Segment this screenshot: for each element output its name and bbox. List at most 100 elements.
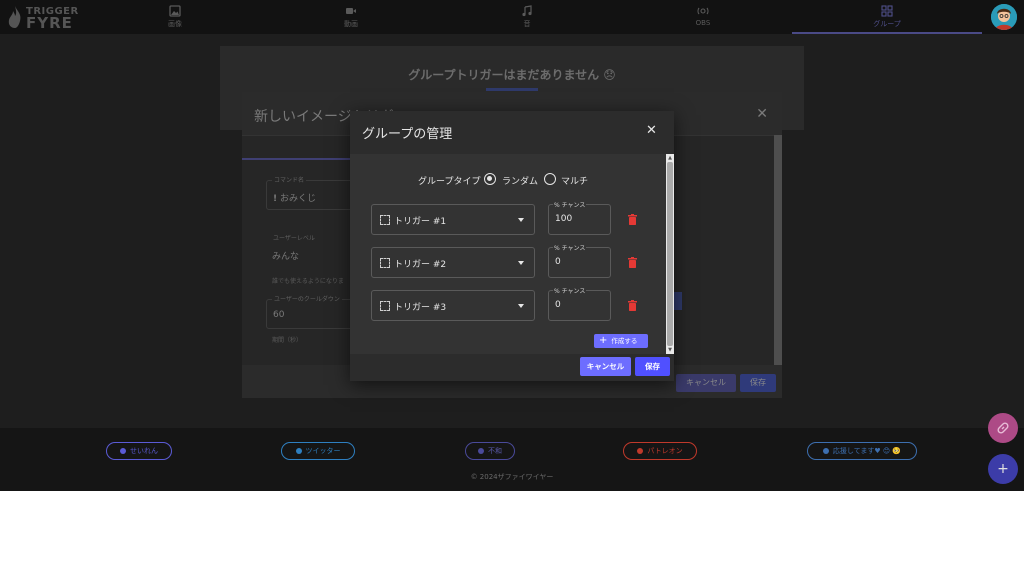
twitter-icon (295, 448, 302, 454)
create-trigger-button[interactable]: + 作成する (594, 334, 648, 348)
trigger-row: トリガー #2 % チャンス 0 (371, 243, 651, 278)
modal-scrollbar[interactable]: ▲ ▼ (666, 154, 674, 354)
tab-group[interactable]: グループ (792, 0, 982, 34)
tab-video[interactable]: 動画 (256, 0, 446, 34)
logo-text-bottom: FYRE (26, 14, 73, 32)
chevron-down-icon (518, 261, 524, 265)
footer-link-patreon-label: パトレオン (647, 447, 683, 455)
trigger-select[interactable]: トリガー #3 (371, 290, 535, 321)
trash-icon[interactable] (628, 257, 637, 268)
scroll-up-arrow-icon[interactable]: ▲ (666, 154, 674, 162)
radio-multi-label[interactable]: マルチ (561, 174, 588, 187)
github-icon (120, 448, 126, 454)
user-level-value: みんな (272, 252, 300, 262)
command-prefix: ! (273, 194, 278, 204)
tab-image[interactable]: 画像 (80, 0, 270, 34)
dashed-square-icon (380, 215, 390, 225)
user-level-label: ユーザーレベル (271, 233, 317, 242)
patreon-icon (637, 448, 644, 454)
footer-link-discord[interactable]: 不和 (465, 442, 515, 460)
link-fab-button[interactable] (988, 413, 1018, 443)
footer-link-patreon[interactable]: パトレオン (623, 442, 697, 460)
chance-label: % チャンス (553, 243, 587, 252)
group-icon (881, 5, 893, 17)
chance-label: % チャンス (553, 200, 587, 209)
trigger-select[interactable]: トリガー #2 (371, 247, 535, 278)
obs-icon (697, 7, 709, 15)
add-fab-button[interactable]: + (988, 454, 1018, 484)
flame-icon (8, 6, 21, 28)
cancel-button[interactable]: キャンセル (580, 357, 631, 376)
footer-link-paypal[interactable]: 応援してます♥ 😊 🥺 (807, 442, 917, 460)
tab-obs-label: OBS (695, 19, 711, 27)
image-dialog-accent (674, 292, 682, 310)
tab-video-label: 動画 (344, 20, 358, 28)
chance-input[interactable]: % チャンス 100 (548, 200, 611, 235)
dashed-square-icon (380, 258, 390, 268)
footer-link-discord-label: 不和 (488, 447, 502, 455)
modal-body: グループタイプ ランダム マルチ トリガー #1 % チャンス 100 トリガー… (350, 154, 666, 354)
footer: せいれん ツイッター 不和 パトレオン 応援してます♥ 😊 🥺 © 2024ザフ… (0, 428, 1024, 491)
plus-icon: + (599, 335, 608, 346)
tab-obs[interactable]: OBS (608, 0, 798, 34)
music-note-icon (522, 5, 532, 17)
create-group-button-hidden[interactable] (486, 88, 538, 91)
chance-label: % チャンス (553, 286, 587, 295)
create-trigger-label: 作成する (611, 337, 638, 345)
trigger-select-value: トリガー #3 (394, 303, 447, 313)
group-type-label: グループタイプ (418, 177, 481, 187)
image-dialog-close-icon[interactable]: ✕ (756, 106, 768, 122)
radio-multi[interactable] (544, 173, 556, 185)
footer-link-twitter[interactable]: ツイッター (281, 442, 355, 460)
chance-value[interactable]: 100 (555, 214, 572, 224)
chevron-down-icon (518, 218, 524, 222)
save-button[interactable]: 保存 (635, 357, 670, 376)
app-root: TRIGGER FYRE 画像 動画 音 OBS グループ グループトリガーはま… (0, 0, 1024, 491)
image-dialog-scrollbar[interactable] (774, 135, 782, 365)
tab-image-label: 画像 (168, 20, 182, 28)
tab-sound[interactable]: 音 (432, 0, 622, 34)
user-avatar[interactable] (991, 4, 1017, 30)
footer-link-paypal-label: 応援してます♥ 😊 🥺 (832, 447, 902, 455)
footer-link-seiren[interactable]: せいれん (106, 442, 172, 460)
image-dialog-cancel-button[interactable]: キャンセル (676, 374, 736, 392)
triggerfyre-logo[interactable]: TRIGGER FYRE (8, 4, 80, 32)
paypal-icon (822, 448, 829, 454)
chance-input[interactable]: % チャンス 0 (548, 243, 611, 278)
trigger-select[interactable]: トリガー #1 (371, 204, 535, 235)
chance-input[interactable]: % チャンス 0 (548, 286, 611, 321)
link-icon (997, 422, 1009, 434)
chance-value[interactable]: 0 (555, 257, 561, 267)
cooldown-value: 60 (273, 310, 285, 320)
top-navigation: TRIGGER FYRE 画像 動画 音 OBS グループ (0, 0, 1024, 34)
image-icon (169, 5, 181, 17)
video-icon (346, 8, 356, 14)
scrollbar-thumb[interactable] (667, 162, 673, 346)
group-manage-modal: グループの管理 ✕ グループタイプ ランダム マルチ トリガー #1 % チャン… (350, 111, 674, 381)
footer-link-seiren-label: せいれん (130, 447, 158, 455)
footer-link-twitter-label: ツイッター (305, 447, 341, 455)
close-icon[interactable]: ✕ (646, 123, 657, 138)
image-dialog-tab-indicator (242, 158, 352, 160)
radio-random-label[interactable]: ランダム (502, 174, 538, 187)
tab-sound-label: 音 (523, 20, 531, 28)
radio-random[interactable] (484, 173, 496, 185)
scroll-down-arrow-icon[interactable]: ▼ (666, 346, 674, 354)
command-name-value: ! おみくじ (273, 191, 316, 204)
command-value: おみくじ (279, 194, 316, 204)
dashed-square-icon (380, 301, 390, 311)
modal-title: グループの管理 (362, 127, 453, 142)
trigger-select-value: トリガー #2 (394, 260, 447, 270)
plus-icon: + (997, 461, 1009, 477)
discord-icon (478, 448, 484, 454)
tab-group-label: グループ (873, 20, 901, 28)
cooldown-label: ユーザーのクールダウン (272, 294, 342, 303)
copyright-text: © 2024ザファイワイヤー (470, 473, 554, 481)
trigger-row: トリガー #1 % チャンス 100 (371, 200, 651, 235)
trash-icon[interactable] (628, 214, 637, 225)
image-dialog-save-button[interactable]: 保存 (740, 374, 776, 392)
trigger-select-value: トリガー #1 (394, 217, 447, 227)
chance-value[interactable]: 0 (555, 300, 561, 310)
avatar-face-icon (991, 4, 1017, 30)
trash-icon[interactable] (628, 300, 637, 311)
